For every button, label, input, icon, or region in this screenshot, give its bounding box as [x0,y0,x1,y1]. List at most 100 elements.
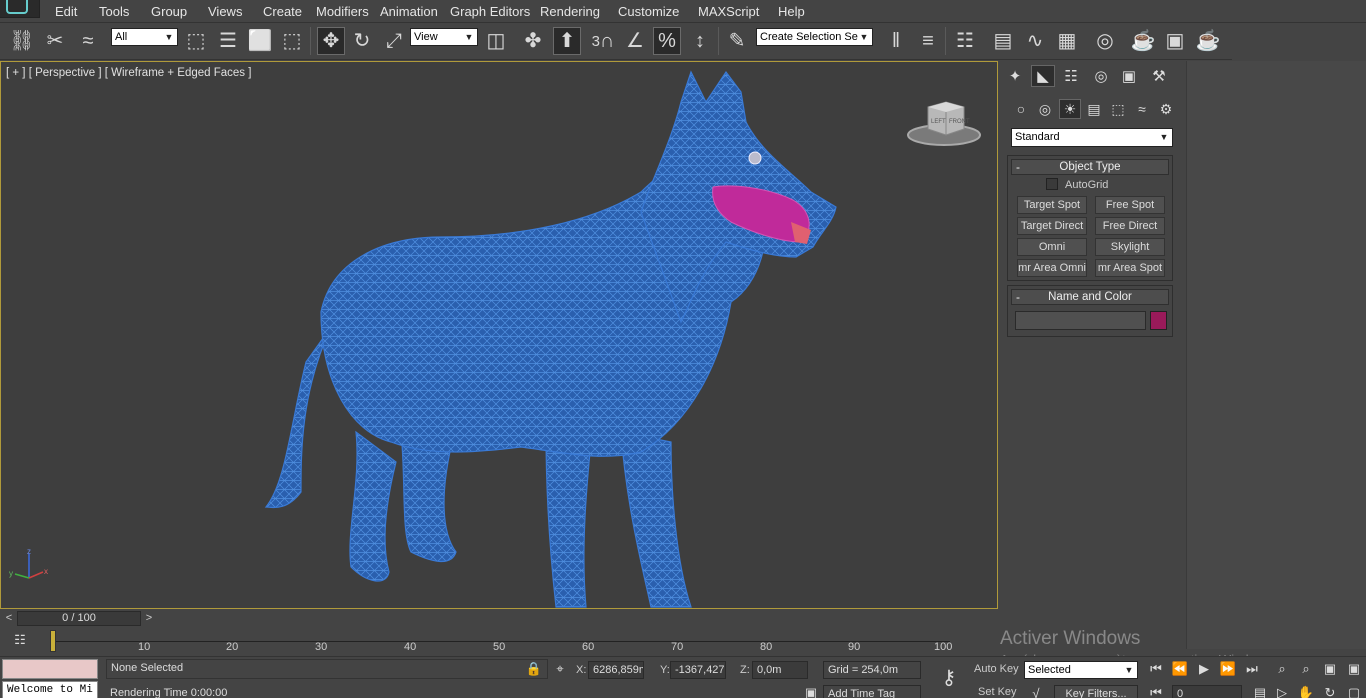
display-tab-icon[interactable]: ▣ [1117,65,1141,87]
y-coord-input[interactable]: -1367,427m [670,661,726,679]
current-frame-input[interactable]: 0 [1172,685,1242,698]
previous-frame-icon[interactable]: ⏪ [1172,661,1188,677]
menu-create[interactable]: Create [263,4,302,19]
reference-coordinate-dropdown[interactable]: View ▼ [410,28,478,46]
menu-customize[interactable]: Customize [618,4,679,19]
material-editor-icon[interactable]: ◎ [1092,28,1118,54]
menu-views[interactable]: Views [208,4,242,19]
absolute-transform-icon[interactable]: ⌖ [552,661,568,677]
play-icon[interactable]: ▶ [1196,661,1212,677]
app-logo-button[interactable] [0,0,40,18]
graphite-ribbon-icon[interactable]: ▤ [990,28,1016,54]
menu-animation[interactable]: Animation [380,4,438,19]
mr-area-omni-button[interactable]: mr Area Omni [1017,259,1087,277]
select-and-move-icon[interactable]: ✥ [317,27,345,55]
go-to-end-icon[interactable]: ⏭ [1244,661,1260,677]
spinner-snap-icon[interactable]: ↕ [687,28,713,54]
omni-button[interactable]: Omni [1017,238,1087,256]
render-setup-icon[interactable]: ☕ [1130,28,1156,54]
viewcube-left-face[interactable]: LEFT [931,119,946,125]
set-key-button[interactable]: Set Key [978,686,1017,698]
time-slider-thumb[interactable]: 0 / 100 [17,611,141,626]
select-and-scale-icon[interactable]: ⤢ [381,28,407,54]
hierarchy-tab-icon[interactable]: ☷ [1059,65,1083,87]
create-tab-icon[interactable]: ✦ [1003,65,1027,87]
viewcube-front-face[interactable]: FRONT [949,119,970,125]
rendered-frame-window-icon[interactable]: ▣ [1162,28,1188,54]
select-object-icon[interactable]: ⬚ [183,28,209,54]
viewcube[interactable]: LEFT FRONT [906,97,982,149]
go-to-start-icon[interactable]: ⏮ [1148,661,1164,677]
key-filters-button[interactable]: Key Filters... [1054,685,1138,698]
lock-selection-icon[interactable]: 🔒 [526,661,542,677]
systems-icon[interactable]: ⚙ [1155,99,1177,119]
z-coord-input[interactable]: 0,0m [752,661,808,679]
menu-tools[interactable]: Tools [99,4,129,19]
autogrid-checkbox[interactable] [1046,178,1058,190]
menu-modifiers[interactable]: Modifiers [316,4,369,19]
space-warps-icon[interactable]: ≈ [1131,99,1153,119]
maxscript-listener-pink[interactable] [2,659,98,679]
menu-help[interactable]: Help [778,4,805,19]
select-and-manipulate-icon[interactable]: ✤ [520,28,546,54]
keyboard-shortcut-override-icon[interactable]: ⬆ [553,27,581,55]
set-key-icon[interactable]: ⚷ [936,667,962,689]
select-and-link-icon[interactable]: ⛓ [9,28,35,54]
selection-filter-dropdown[interactable]: All ▼ [111,28,178,46]
utilities-tab-icon[interactable]: ⚒ [1147,65,1171,87]
add-time-tag-icon[interactable]: ▣ [803,685,819,698]
current-frame-marker[interactable] [50,630,56,652]
layer-manager-icon[interactable]: ☷ [952,28,978,54]
time-slider-next-button[interactable]: > [142,611,156,626]
add-time-tag-button[interactable]: Add Time Tag [823,685,921,698]
zoom-all-icon[interactable]: ⌕ [1298,661,1314,677]
key-mode-toggle-icon[interactable]: ⏮ [1148,685,1164,698]
helpers-icon[interactable]: ⬚ [1107,99,1129,119]
perspective-viewport[interactable]: [ + ] [ Perspective ] [ Wireframe + Edge… [0,61,998,609]
menu-graph-editors[interactable]: Graph Editors [450,4,530,19]
menu-rendering[interactable]: Rendering [540,4,600,19]
shapes-icon[interactable]: ◎ [1034,99,1056,119]
name-and-color-header[interactable]: - Name and Color [1011,289,1169,305]
rectangular-selection-icon[interactable]: ⬜ [247,28,273,54]
time-slider-prev-button[interactable]: < [2,611,16,626]
geometry-icon[interactable]: ○ [1010,99,1032,119]
motion-tab-icon[interactable]: ◎ [1089,65,1113,87]
select-by-name-icon[interactable]: ☰ [215,28,241,54]
orbit-icon[interactable]: ↻ [1322,685,1338,698]
angle-snap-icon[interactable]: ∠ [622,28,648,54]
next-frame-icon[interactable]: ⏩ [1220,661,1236,677]
snaps-toggle-icon[interactable]: 3 ∩ [590,28,616,54]
time-configuration-icon[interactable]: ▤ [1252,685,1268,698]
auto-key-button[interactable]: Auto Key [974,663,1019,675]
pivot-point-center-icon[interactable]: ◫ [483,28,509,54]
skylight-button[interactable]: Skylight [1095,238,1165,256]
schematic-view-icon[interactable]: ▦ [1054,28,1080,54]
window-crossing-icon[interactable]: ⬚ [279,28,305,54]
modify-tab-icon[interactable]: ◣ [1031,65,1055,87]
free-spot-button[interactable]: Free Spot [1095,196,1165,214]
free-direct-button[interactable]: Free Direct [1095,217,1165,235]
cameras-icon[interactable]: ▤ [1083,99,1105,119]
maximize-viewport-icon[interactable]: ▢ [1346,685,1362,698]
bind-to-space-warp-icon[interactable]: ≈ [75,28,101,54]
key-mode-dropdown[interactable]: Selected ▼ [1024,661,1138,679]
unlink-selection-icon[interactable]: ✂ [42,28,68,54]
target-spot-button[interactable]: Target Spot [1017,196,1087,214]
zoom-extents-icon[interactable]: ▣ [1322,661,1338,677]
object-name-input[interactable] [1015,311,1146,330]
menu-group[interactable]: Group [151,4,187,19]
object-color-swatch[interactable] [1150,311,1167,330]
curve-editor-icon[interactable]: ∿ [1022,28,1048,54]
subcategory-dropdown[interactable]: Standard ▼ [1011,128,1173,147]
dog-wireframe-model[interactable] [1,62,999,610]
render-production-icon[interactable]: ☕ [1195,28,1221,54]
menu-maxscript[interactable]: MAXScript [698,4,759,19]
zoom-extents-all-icon[interactable]: ▣ [1346,661,1362,677]
zoom-icon[interactable]: ⌕ [1274,661,1290,677]
maxscript-listener-input[interactable]: Welcome to Mi [2,681,98,698]
align-icon[interactable]: ≡ [915,28,941,54]
time-slider[interactable]: < 0 / 100 > [0,610,998,628]
track-bar[interactable]: ☷ 10 20 30 40 50 60 70 80 90 100 [0,628,1000,656]
pan-view-icon[interactable]: ✋ [1298,685,1314,698]
